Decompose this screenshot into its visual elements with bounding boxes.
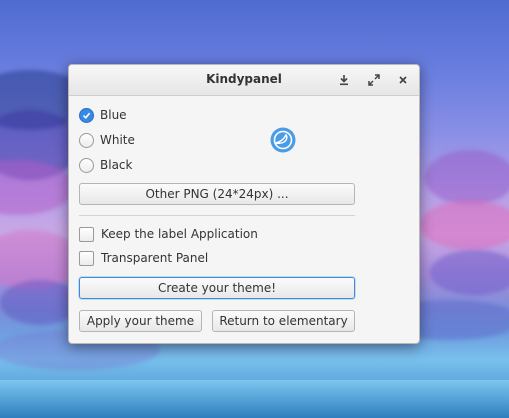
return-to-elementary-button[interactable]: Return to elementary xyxy=(212,310,355,332)
checkbox-icon[interactable] xyxy=(79,226,94,242)
radio-option-blue[interactable]: Blue xyxy=(79,105,127,125)
wallpaper-cloud xyxy=(430,250,509,295)
radio-unchecked-icon[interactable] xyxy=(79,157,94,173)
desktop-wallpaper: Kindypanel Blue White Black Other PNG (2… xyxy=(0,0,509,418)
radio-checked-icon[interactable] xyxy=(79,107,94,123)
download-icon xyxy=(340,75,348,86)
separator xyxy=(79,215,355,216)
wallpaper-cloud xyxy=(425,150,509,205)
download-button[interactable] xyxy=(335,71,353,89)
checkbox-label-keep-label: Keep the label Application xyxy=(101,227,258,241)
radio-unchecked-icon[interactable] xyxy=(79,132,94,148)
radio-label-blue: Blue xyxy=(100,108,127,122)
checkbox-label-transparent-panel: Transparent Panel xyxy=(101,251,209,265)
radio-label-white: White xyxy=(100,133,135,147)
radio-option-black[interactable]: Black xyxy=(79,155,132,175)
wallpaper-sea xyxy=(0,380,509,418)
apply-theme-button[interactable]: Apply your theme xyxy=(79,310,202,332)
elementary-logo-icon xyxy=(270,127,296,153)
maximize-icon xyxy=(368,74,380,86)
close-icon xyxy=(399,76,407,84)
checkbox-keep-label[interactable]: Keep the label Application xyxy=(79,224,258,244)
title-bar[interactable]: Kindypanel xyxy=(69,65,419,96)
wallpaper-cloud xyxy=(420,200,509,250)
radio-label-black: Black xyxy=(100,158,133,172)
kindypanel-window: Kindypanel Blue White Black Other PNG (2… xyxy=(68,64,420,344)
create-theme-button[interactable]: Create your theme! xyxy=(79,277,355,299)
maximize-button[interactable] xyxy=(365,71,383,89)
radio-option-white[interactable]: White xyxy=(79,130,135,150)
checkbox-transparent-panel[interactable]: Transparent Panel xyxy=(79,248,208,268)
checkbox-icon[interactable] xyxy=(79,250,94,266)
other-png-button[interactable]: Other PNG (24*24px) ... xyxy=(79,183,355,205)
close-button[interactable] xyxy=(394,71,412,89)
